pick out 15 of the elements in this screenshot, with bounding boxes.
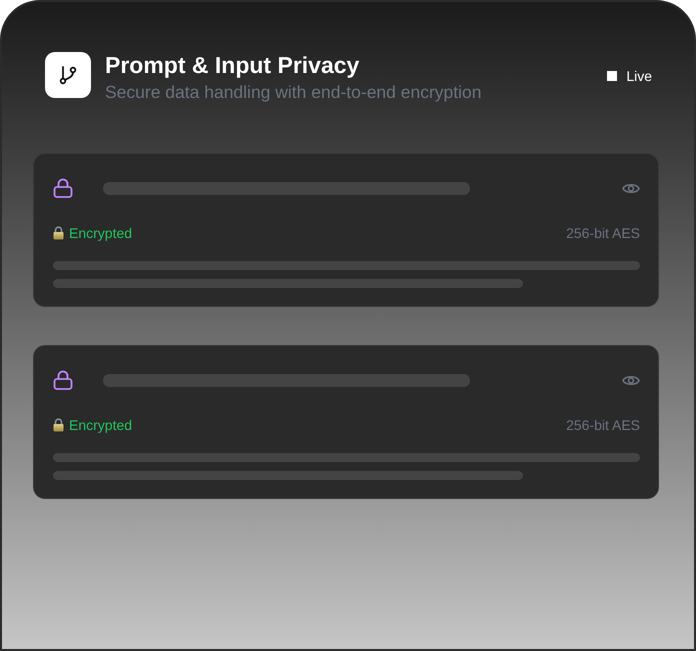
- branch-icon: [45, 52, 91, 98]
- lock-icon: [53, 370, 73, 390]
- encryption-type: 256-bit AES: [566, 416, 640, 434]
- padlock-icon: [53, 418, 64, 432]
- encryption-type: 256-bit AES: [566, 224, 640, 242]
- encryption-status: Encrypted: [69, 224, 132, 242]
- panel-title: Prompt & Input Privacy: [105, 51, 360, 80]
- live-status: Live: [626, 67, 652, 85]
- status-square-icon: [607, 71, 618, 81]
- lock-icon: [53, 178, 73, 198]
- panel-subtitle: Secure data handling with end-to-end encryption: [105, 82, 482, 103]
- eye-icon[interactable]: [622, 182, 640, 194]
- encryption-status: Encrypted: [69, 416, 132, 434]
- padlock-icon: [53, 226, 64, 240]
- eye-icon[interactable]: [622, 374, 640, 386]
